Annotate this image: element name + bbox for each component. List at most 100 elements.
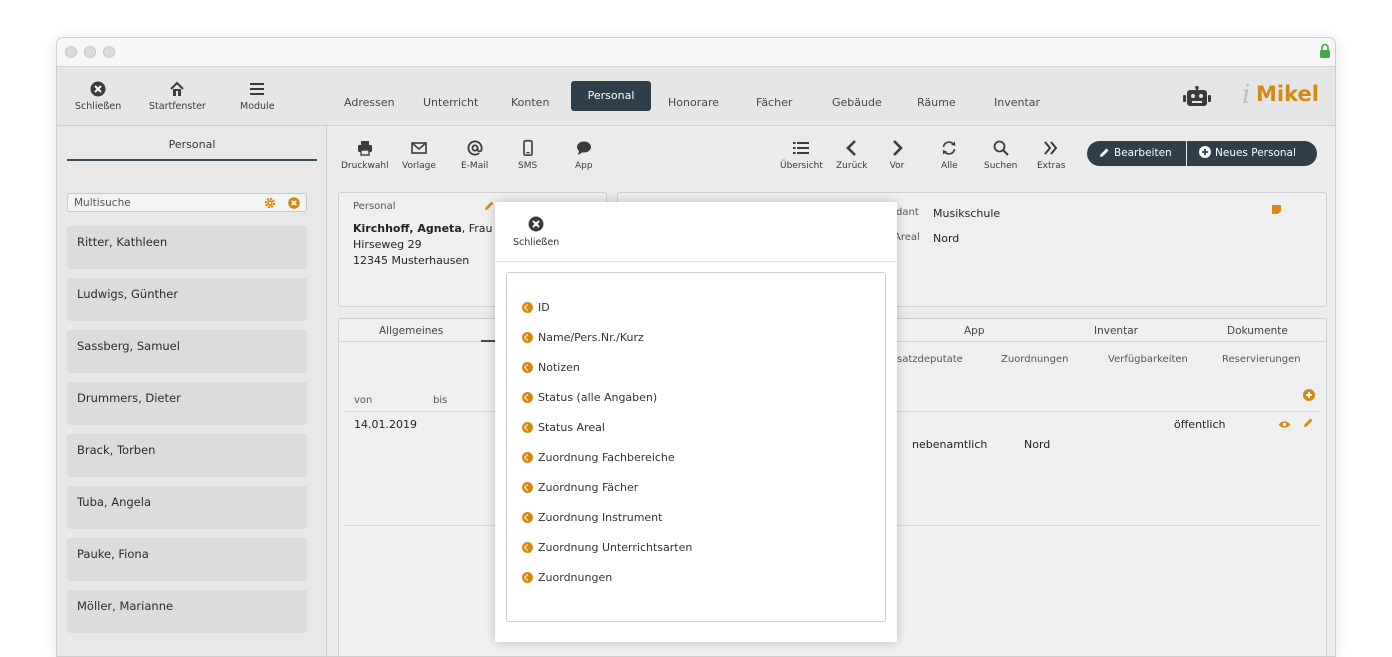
nav-honorare[interactable]: Honorare bbox=[658, 88, 729, 118]
envelope-icon bbox=[411, 142, 427, 154]
nav-unterricht[interactable]: Unterricht bbox=[413, 88, 488, 118]
info-value-2: Nord bbox=[933, 232, 960, 245]
mikel-logo: i Mikel bbox=[1242, 80, 1322, 111]
window-zoom-dot[interactable] bbox=[103, 46, 115, 58]
tab-allgemeines[interactable]: Allgemeines bbox=[379, 325, 443, 337]
nav-adressen[interactable]: Adressen bbox=[334, 88, 405, 118]
dialog-close-button[interactable]: Schließen bbox=[513, 216, 559, 248]
forward-button[interactable]: Vor bbox=[889, 140, 905, 171]
tab-dokumente[interactable]: Dokumente bbox=[1227, 325, 1288, 337]
app-button[interactable]: App bbox=[575, 140, 593, 171]
arrow-circle-icon bbox=[522, 542, 533, 553]
nav-inventar[interactable]: Inventar bbox=[984, 88, 1050, 118]
back-button[interactable]: Zurück bbox=[836, 140, 867, 171]
nav-gebaeude[interactable]: Gebäude bbox=[822, 88, 892, 118]
edit-pencil-icon[interactable] bbox=[484, 200, 495, 211]
person-name: Sassberg, Samuel bbox=[77, 339, 180, 353]
nav-personal[interactable]: Personal bbox=[571, 81, 651, 111]
row-areal: Nord bbox=[1024, 438, 1051, 451]
home-label: Startfenster bbox=[149, 101, 206, 112]
person-list-item[interactable]: Ludwigs, Günther bbox=[67, 278, 307, 321]
clear-search-icon[interactable] bbox=[288, 197, 300, 209]
nav-faecher[interactable]: Fächer bbox=[746, 88, 802, 118]
window-titlebar bbox=[57, 38, 1335, 67]
nav-raeume[interactable]: Räume bbox=[907, 88, 966, 118]
printer-icon bbox=[357, 141, 372, 156]
subtab-zuordnungen[interactable]: Zuordnungen bbox=[1001, 354, 1068, 365]
person-list-item[interactable]: Möller, Marianne bbox=[67, 590, 307, 633]
person-name: Tuba, Angela bbox=[77, 495, 151, 509]
subtab-verfuegbarkeiten[interactable]: Verfügbarkeiten bbox=[1108, 354, 1188, 365]
pencil-icon bbox=[1100, 148, 1109, 157]
edit-button[interactable]: Bearbeiten bbox=[1087, 141, 1186, 166]
sms-button[interactable]: SMS bbox=[518, 140, 537, 171]
info-label-2: Areal bbox=[894, 232, 920, 243]
eye-icon[interactable] bbox=[1278, 420, 1291, 429]
modules-label: Module bbox=[240, 101, 275, 112]
note-icon[interactable] bbox=[1271, 204, 1282, 215]
home-button[interactable]: Startfenster bbox=[149, 81, 206, 112]
person-list-item[interactable]: Tuba, Angela bbox=[67, 486, 307, 529]
dialog-option-list: ID Name/Pers.Nr./Kurz Notizen Status (al… bbox=[506, 272, 886, 622]
row-date: 14.01.2019 bbox=[354, 418, 417, 431]
refresh-icon bbox=[943, 141, 956, 155]
template-label: Vorlage bbox=[402, 161, 436, 171]
nav-konten[interactable]: Konten bbox=[501, 88, 559, 118]
window-close-dot[interactable] bbox=[65, 46, 77, 58]
extras-button[interactable]: Extras bbox=[1037, 140, 1065, 171]
sidebar-title: Personal bbox=[168, 138, 216, 151]
person-name-salutation: , Frau bbox=[461, 222, 493, 235]
subtab-reservierungen[interactable]: Reservierungen bbox=[1222, 354, 1301, 365]
option-label: Zuordnung Fächer bbox=[538, 481, 639, 494]
tab-inventar[interactable]: Inventar bbox=[1094, 325, 1138, 337]
multisearch-placeholder: Multisuche bbox=[74, 197, 131, 209]
all-button[interactable]: Alle bbox=[941, 140, 958, 171]
print-button[interactable]: Druckwahl bbox=[341, 140, 389, 171]
window-minimize-dot[interactable] bbox=[84, 46, 96, 58]
menu-icon bbox=[250, 83, 265, 95]
list-icon bbox=[793, 142, 810, 154]
tab-app[interactable]: App bbox=[964, 325, 985, 337]
option-label: Zuordnung Instrument bbox=[538, 511, 663, 524]
person-list-item[interactable]: Pauke, Fiona bbox=[67, 538, 307, 581]
email-button[interactable]: E-Mail bbox=[461, 140, 488, 171]
modules-button[interactable]: Module bbox=[240, 81, 275, 112]
overview-button[interactable]: Übersicht bbox=[780, 140, 823, 171]
at-icon bbox=[467, 140, 483, 156]
dialog-close-label: Schließen bbox=[513, 237, 560, 248]
robot-icon[interactable] bbox=[1183, 86, 1211, 108]
search-button[interactable]: Suchen bbox=[984, 140, 1017, 171]
add-circle-icon[interactable] bbox=[1303, 389, 1315, 401]
person-list-item[interactable]: Sassberg, Samuel bbox=[67, 330, 307, 373]
row-employment-type: nebenamtlich bbox=[912, 438, 988, 451]
person-name: Möller, Marianne bbox=[77, 599, 174, 613]
template-button[interactable]: Vorlage bbox=[402, 140, 436, 171]
person-list-item[interactable]: Drummers, Dieter bbox=[67, 382, 307, 425]
new-personal-button[interactable]: Neues Personal bbox=[1187, 141, 1317, 166]
sms-label: SMS bbox=[518, 161, 538, 171]
phone-icon bbox=[522, 140, 533, 156]
person-name: Ludwigs, Günther bbox=[77, 287, 179, 301]
dialog-header: Schließen bbox=[495, 202, 897, 262]
multisearch-input[interactable]: Multisuche bbox=[67, 193, 307, 212]
close-app-button[interactable]: Schließen bbox=[75, 81, 121, 112]
row-edit-pencil-icon[interactable] bbox=[1303, 417, 1314, 428]
subtab-deputate[interactable]: satzdeputate bbox=[897, 354, 963, 365]
search-icon bbox=[993, 140, 1009, 156]
chevron-left-icon bbox=[845, 140, 856, 156]
person-name: Ritter, Kathleen bbox=[77, 235, 168, 249]
option-label: Notizen bbox=[538, 361, 580, 374]
chevron-right-icon bbox=[893, 140, 903, 156]
arrow-circle-icon bbox=[522, 332, 533, 343]
gear-icon[interactable] bbox=[264, 197, 276, 209]
arrow-circle-icon bbox=[522, 482, 533, 493]
option-label: ID bbox=[538, 301, 550, 314]
info-value-1: Musikschule bbox=[933, 207, 1001, 220]
edit-label: Bearbeiten bbox=[1114, 147, 1172, 159]
option-label: Zuordnung Unterrichtsarten bbox=[538, 541, 693, 554]
person-list-item[interactable]: Brack, Torben bbox=[67, 434, 307, 477]
person-street: Hirseweg 29 bbox=[353, 238, 422, 251]
option-label: Status Areal bbox=[538, 421, 605, 434]
column-bis: bis bbox=[433, 395, 448, 406]
person-list-item[interactable]: Ritter, Kathleen bbox=[67, 226, 307, 269]
